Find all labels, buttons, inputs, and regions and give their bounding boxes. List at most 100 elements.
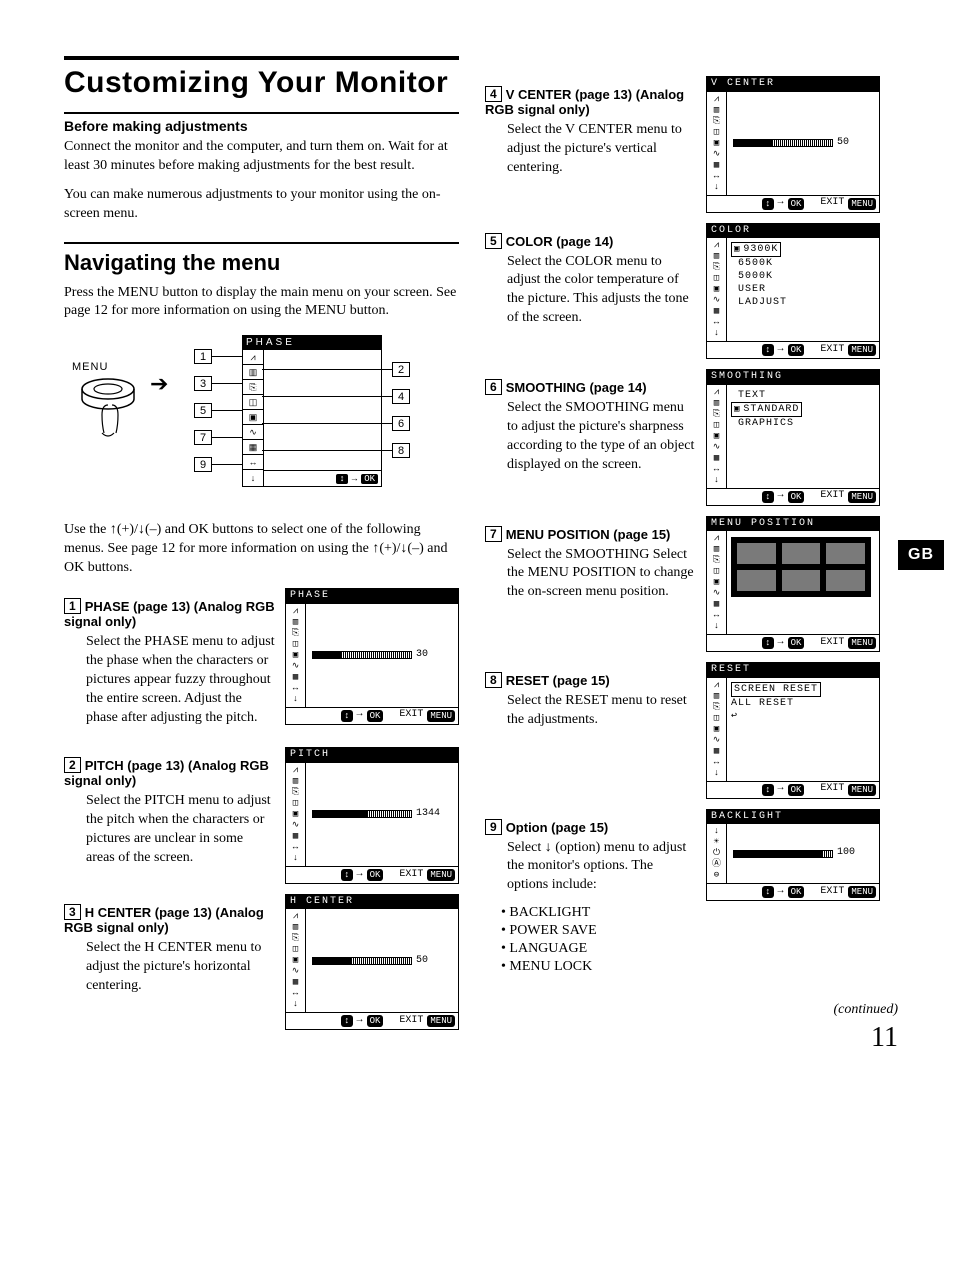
item-head: 4V CENTER (page 13) (Analog RGB signal o… xyxy=(485,86,696,117)
osd-icon-column: ⩘▥⎘◫▣∿▦↔↓ xyxy=(707,238,727,341)
osd-value: 50 xyxy=(416,956,428,967)
option-item: MENU LOCK xyxy=(501,959,696,975)
osd-panel: SMOOTHING ⩘▥⎘◫▣∿▦↔↓ TEXTSTANDARD GRAPHIC… xyxy=(706,369,880,506)
menu-item-3: 3H CENTER (page 13) (Analog RGB signal o… xyxy=(64,894,459,1031)
osd-footer: ↕→OK EXITMENU xyxy=(286,707,458,724)
item-body: Select the V CENTER menu to adjust the p… xyxy=(507,121,696,178)
menu-item-8: 8RESET (page 15) Select the RESET menu t… xyxy=(485,662,880,799)
osd-panel: V CENTER ⩘▥⎘◫▣∿▦↔↓ 50 ↕→OK EXITMENU xyxy=(706,76,880,213)
callout-5: 5 xyxy=(194,403,212,418)
menu-item-5: 5COLOR (page 14) Select the COLOR menu t… xyxy=(485,223,880,360)
osd-panel: COLOR ⩘▥⎘◫▣∿▦↔↓9300K 6500K 5000K USER LA… xyxy=(706,223,880,360)
callout-4: 4 xyxy=(392,389,410,404)
item-head: 9Option (page 15) xyxy=(485,819,696,835)
item-head: 2PITCH (page 13) (Analog RGB signal only… xyxy=(64,757,275,788)
osd-panel: MENU POSITION ⩘▥⎘◫▣∿▦↔↓↕→OK EXITMENU xyxy=(706,516,880,653)
continued-note: (continued) xyxy=(833,1002,898,1018)
osd-title: COLOR xyxy=(707,224,879,239)
osd-footer: ↕→OK EXITMENU xyxy=(707,883,879,900)
item-number: 5 xyxy=(485,233,502,249)
osd-list: TEXTSTANDARD GRAPHICS xyxy=(727,385,806,488)
osd-panel: PITCH ⩘▥⎘◫▣∿▦↔↓ 1344 ↕→OK EXITMENU xyxy=(285,747,459,884)
osd-icon-column: ⩘▥⎘◫▣∿▦↔↓ xyxy=(286,909,306,1012)
callout-1: 1 xyxy=(194,349,212,364)
item-number: 6 xyxy=(485,379,502,395)
option-item: POWER SAVE xyxy=(501,923,696,939)
menu-item-7: 7MENU POSITION (page 15) Select the SMOO… xyxy=(485,516,880,653)
item-body: Select the H CENTER menu to adjust the p… xyxy=(86,939,275,996)
item-head: 3H CENTER (page 13) (Analog RGB signal o… xyxy=(64,904,275,935)
osd-icon-column: ⩘▥⎘◫▣∿▦↔↓ xyxy=(286,604,306,707)
use-paragraph: Use the ↑(+)/↓(–) and OK buttons to sele… xyxy=(64,521,459,578)
callout-3: 3 xyxy=(194,376,212,391)
osd-row-icon: ◫ xyxy=(243,395,263,410)
menu-diagram: MENU ➔ PHASE ⩘ ▥ ⎘ xyxy=(72,335,432,505)
nav-title: Navigating the menu xyxy=(64,242,459,276)
item-body: Select the RESET menu to reset the adjus… xyxy=(507,692,696,730)
title-rule xyxy=(64,56,459,60)
diagram-osd-footer: ↕→OK xyxy=(264,470,381,486)
menu-item-6: 6SMOOTHING (page 14) Select the SMOOTHIN… xyxy=(485,369,880,506)
osd-title: H CENTER xyxy=(286,895,458,910)
item-head: 7MENU POSITION (page 15) xyxy=(485,526,696,542)
callout-9: 9 xyxy=(194,457,212,472)
osd-title: PITCH xyxy=(286,748,458,763)
osd-title: RESET xyxy=(707,663,879,678)
item-number: 1 xyxy=(64,598,81,614)
callout-8: 8 xyxy=(392,443,410,458)
osd-icon-column: ⩘▥⎘◫▣∿▦↔↓ xyxy=(707,531,727,634)
language-tab: GB xyxy=(898,540,944,570)
item-number: 8 xyxy=(485,672,502,688)
osd-footer: ↕→OK EXITMENU xyxy=(707,634,879,651)
callout-7: 7 xyxy=(194,430,212,445)
menu-item-4: 4V CENTER (page 13) (Analog RGB signal o… xyxy=(485,76,880,213)
osd-row-icon: ↔ xyxy=(243,455,263,470)
item-number: 3 xyxy=(64,904,81,920)
page-number: 11 xyxy=(871,1022,898,1054)
osd-footer: ↕→OK EXITMENU xyxy=(707,341,879,358)
item-body: Select the PHASE menu to adjust the phas… xyxy=(86,633,275,727)
arrow-right-icon: ➔ xyxy=(150,371,168,397)
nav-paragraph: Press the MENU button to display the mai… xyxy=(64,284,459,322)
item-number: 9 xyxy=(485,819,502,835)
menu-item-2: 2PITCH (page 13) (Analog RGB signal only… xyxy=(64,747,459,884)
osd-footer: ↕→OK EXITMENU xyxy=(286,1012,458,1029)
callout-2: 2 xyxy=(392,362,410,377)
osd-value: 100 xyxy=(837,848,855,859)
osd-row-icon: ▥ xyxy=(243,365,263,380)
item-head: 5COLOR (page 14) xyxy=(485,233,696,249)
osd-footer: ↕→OK EXITMENU xyxy=(707,781,879,798)
osd-title: V CENTER xyxy=(707,77,879,92)
diagram-osd-title: PHASE xyxy=(242,335,382,350)
item-body: Select the SMOOTHING Select the MENU POS… xyxy=(507,546,696,603)
osd-title: MENU POSITION xyxy=(707,517,879,532)
osd-value: 1344 xyxy=(416,809,440,820)
item-body: Select the PITCH menu to adjust the pitc… xyxy=(86,792,275,868)
osd-value: 30 xyxy=(416,650,428,661)
osd-row-icon: ∿ xyxy=(243,425,263,440)
osd-value: 50 xyxy=(837,138,849,149)
osd-list: 9300K 6500K 5000K USER LADJUST xyxy=(727,238,791,341)
osd-row-icon: ↓ xyxy=(243,470,263,485)
osd-footer: ↕→OK EXITMENU xyxy=(286,866,458,883)
item-number: 7 xyxy=(485,526,502,542)
osd-icon-column: ⩘▥⎘◫▣∿▦↔↓ xyxy=(707,678,727,781)
osd-row-icon: ⩘ xyxy=(243,350,263,365)
option-item: BACKLIGHT xyxy=(501,905,696,921)
before-paragraph-1: Connect the monitor and the computer, an… xyxy=(64,138,459,176)
item-number: 2 xyxy=(64,757,81,773)
osd-footer: ↕→OK EXITMENU xyxy=(707,195,879,212)
callout-6: 6 xyxy=(392,416,410,431)
item-head: 6SMOOTHING (page 14) xyxy=(485,379,696,395)
item-number: 4 xyxy=(485,86,502,102)
option-item: LANGUAGE xyxy=(501,941,696,957)
menu-item-1: 1PHASE (page 13) (Analog RGB signal only… xyxy=(64,588,459,737)
osd-panel: BACKLIGHT ↓☀⏻Ⓐ⊖ 100 ↕→OK EXITMENU xyxy=(706,809,880,902)
osd-icon-column: ⩘▥⎘◫▣∿▦↔↓ xyxy=(707,92,727,195)
subtitle-rule xyxy=(64,112,459,114)
osd-title: BACKLIGHT xyxy=(707,810,879,825)
osd-panel: H CENTER ⩘▥⎘◫▣∿▦↔↓ 50 ↕→OK EXITMENU xyxy=(285,894,459,1031)
item-head: 1PHASE (page 13) (Analog RGB signal only… xyxy=(64,598,275,629)
osd-icon-column: ⩘▥⎘◫▣∿▦↔↓ xyxy=(707,385,727,488)
menu-item-9: 9Option (page 15) Select ↓ (option) menu… xyxy=(485,809,880,978)
